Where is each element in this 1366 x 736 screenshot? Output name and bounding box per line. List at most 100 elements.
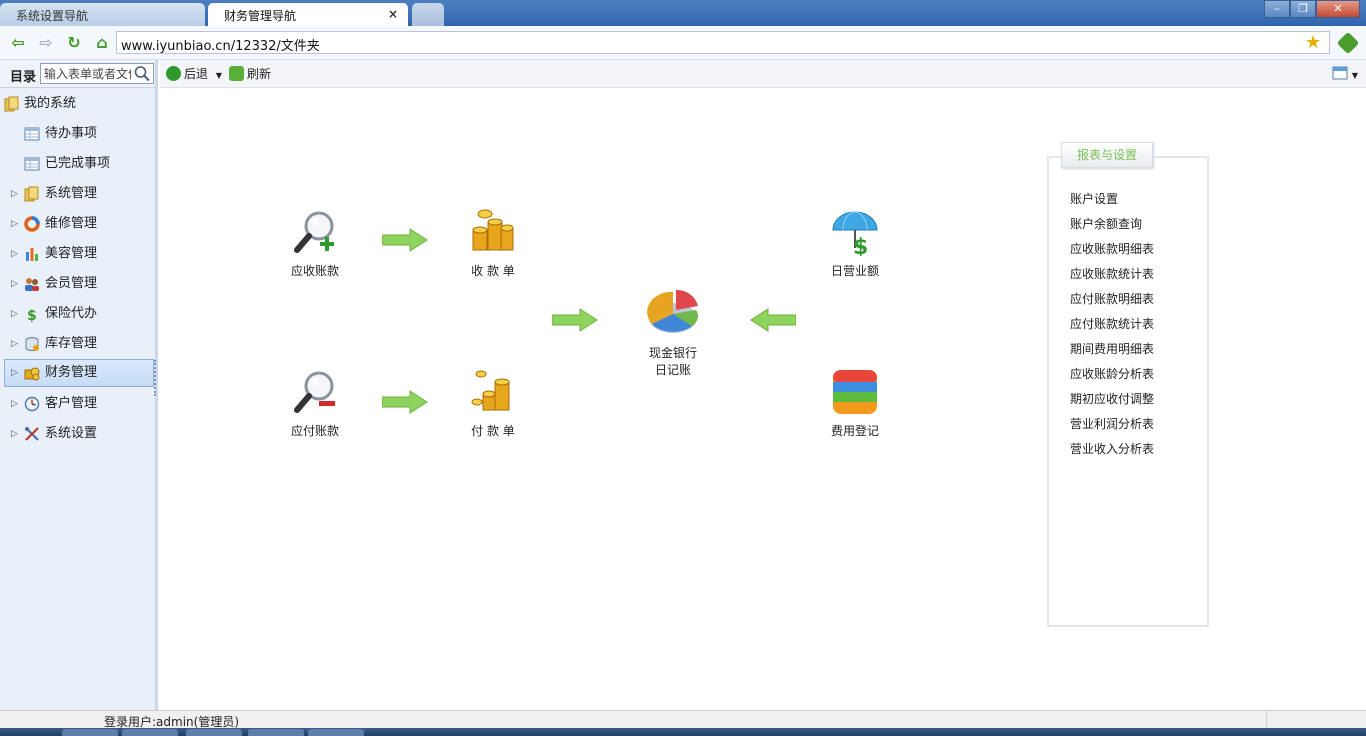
sidebar-item-system-management[interactable]: ▷ 系统管理 — [4, 180, 154, 208]
layout-icon — [1332, 66, 1348, 80]
layout-menu-button[interactable]: ▼ — [1332, 65, 1358, 83]
sidebar-item-customer-management[interactable]: ▷ 客户管理 — [4, 390, 154, 418]
bookmark-star-icon[interactable]: ★ — [1305, 32, 1321, 53]
receipt-node[interactable]: 收 款 单 — [448, 208, 538, 279]
window-controls: – ❐ ✕ — [1264, 0, 1360, 18]
receivable-node[interactable]: 应收账款 — [270, 208, 360, 279]
table-icon — [24, 157, 40, 171]
window-close-button[interactable]: ✕ — [1316, 0, 1360, 18]
report-link-payable-summary[interactable]: 应付账款统计表 — [1070, 315, 1154, 340]
report-link-period-expense[interactable]: 期间费用明细表 — [1070, 340, 1154, 365]
back-button[interactable]: 后退 ▼ — [166, 65, 222, 83]
sidebar-item-insurance[interactable]: ▷ $ 保险代办 — [4, 300, 154, 328]
dropdown-arrow-icon: ▼ — [1351, 71, 1358, 80]
coins-icon — [24, 367, 40, 381]
sidebar-item-label: 系统管理 — [45, 186, 98, 201]
clock-icon — [24, 396, 40, 412]
expand-triangle-icon[interactable]: ▷ — [11, 300, 18, 328]
daily-revenue-node[interactable]: $ 日营业额 — [810, 208, 900, 279]
restore-button[interactable]: ❐ — [1290, 0, 1316, 18]
sidebar-item-completed[interactable]: 已完成事项 — [4, 150, 154, 178]
sidebar: 目录 我的系统 待办事项 已完成事项 ▷ — [0, 60, 158, 710]
wallet-icon — [833, 370, 877, 414]
payable-node[interactable]: 应付账款 — [270, 368, 360, 439]
taskbar-app-button[interactable] — [308, 729, 364, 736]
sidebar-item-finance[interactable]: ▷ 财务管理 — [4, 359, 154, 387]
tree-root-my-system[interactable]: 我的系统 — [4, 90, 154, 118]
report-link-payable-detail[interactable]: 应付账款明细表 — [1070, 290, 1154, 315]
receivable-label: 应收账款 — [290, 264, 339, 278]
report-link-list: 账户设置 账户余额查询 应收账款明细表 应收账款统计表 应付账款明细表 应付账款… — [1070, 190, 1154, 465]
taskbar-app-button[interactable] — [248, 729, 304, 736]
sidebar-item-label: 待办事项 — [45, 126, 98, 141]
report-link-account-settings[interactable]: 账户设置 — [1070, 190, 1154, 215]
taskbar-app-button[interactable] — [62, 729, 118, 736]
search-input[interactable] — [41, 64, 131, 83]
folder-icon — [24, 186, 39, 202]
new-tab-button[interactable] — [412, 3, 444, 26]
daily-revenue-label: 日营业额 — [830, 264, 879, 278]
back-arrow-icon[interactable]: ⇦ — [8, 33, 28, 53]
reports-settings-panel: 报表与设置 账户设置 账户余额查询 应收账款明细表 应收账款统计表 应付账款明细… — [1047, 142, 1209, 627]
address-input[interactable]: www.iyunbiao.cn/12332/文件夹 — [116, 31, 1330, 54]
report-link-opening-adjustment[interactable]: 期初应收付调整 — [1070, 390, 1154, 415]
expand-triangle-icon[interactable]: ▷ — [11, 390, 18, 418]
umbrella-money-icon: $ — [832, 211, 878, 256]
sidebar-item-label: 维修管理 — [45, 216, 98, 231]
payment-node[interactable]: 付 款 单 — [448, 368, 538, 439]
sidebar-item-member-management[interactable]: ▷ 会员管理 — [4, 270, 154, 298]
expand-triangle-icon[interactable]: ▷ — [11, 330, 18, 358]
magnifier-plus-icon — [294, 211, 334, 253]
payable-label: 应付账款 — [290, 424, 339, 438]
reload-icon[interactable]: ↻ — [64, 33, 84, 53]
search-icon[interactable] — [133, 65, 151, 82]
tab-finance-nav[interactable]: 财务管理导航 × — [208, 3, 408, 26]
expand-triangle-icon[interactable]: ▷ — [11, 180, 18, 208]
sidebar-item-label: 美容管理 — [45, 246, 98, 261]
home-icon[interactable]: ⌂ — [92, 33, 112, 53]
forward-arrow-icon[interactable]: ⇨ — [36, 33, 56, 53]
report-link-account-balance[interactable]: 账户余额查询 — [1070, 215, 1154, 240]
sidebar-item-label: 会员管理 — [45, 276, 98, 291]
taskbar-app-button[interactable] — [122, 729, 178, 736]
refresh-button[interactable]: 刷新 — [229, 65, 271, 83]
tools-icon — [25, 427, 39, 441]
report-link-receivable-detail[interactable]: 应收账款明细表 — [1070, 240, 1154, 265]
expand-triangle-icon[interactable]: ▷ — [11, 210, 18, 238]
finance-navigation-canvas: 应收账款 收 款 单 应付账款 付 款 单 现金银行 日记账 $ 日营业额 费用… — [160, 88, 1366, 710]
extension-icon[interactable] — [1336, 31, 1360, 55]
report-link-receivable-summary[interactable]: 应收账款统计表 — [1070, 265, 1154, 290]
magnifier-minus-icon — [294, 371, 335, 413]
dropdown-arrow-icon[interactable]: ▼ — [216, 71, 222, 80]
taskbar-app-button[interactable] — [186, 729, 242, 736]
expand-triangle-icon[interactable]: ▷ — [11, 420, 18, 448]
expand-triangle-icon[interactable]: ▷ — [11, 359, 18, 387]
cash-journal-node[interactable]: 现金银行 日记账 — [628, 288, 718, 378]
tab-system-settings-nav[interactable]: 系统设置导航 — [0, 3, 205, 26]
report-link-operating-revenue[interactable]: 营业收入分析表 — [1070, 440, 1154, 465]
expense-register-label: 费用登记 — [830, 424, 879, 438]
sidebar-item-inventory[interactable]: ▷ 库存管理 — [4, 330, 154, 358]
expand-triangle-icon[interactable]: ▷ — [11, 270, 18, 298]
folder-icon — [4, 96, 19, 112]
expand-triangle-icon[interactable]: ▷ — [11, 240, 18, 268]
tab-label: 系统设置导航 — [16, 9, 89, 23]
report-link-receivable-aging[interactable]: 应收账龄分析表 — [1070, 365, 1154, 390]
sidebar-item-label: 财务管理 — [45, 365, 98, 380]
minimize-button[interactable]: – — [1264, 0, 1290, 18]
browser-title-bar: 系统设置导航 财务管理导航 × – ❐ ✕ — [0, 0, 1366, 26]
sidebar-item-system-settings[interactable]: ▷ 系统设置 — [4, 420, 154, 448]
sidebar-item-todo[interactable]: 待办事项 — [4, 120, 154, 148]
sidebar-item-label: 系统设置 — [45, 426, 98, 441]
close-tab-icon[interactable]: × — [388, 7, 398, 21]
ring-icon — [24, 216, 40, 232]
sidebar-item-repair-management[interactable]: ▷ 维修管理 — [4, 210, 154, 238]
sidebar-item-label: 保险代办 — [45, 306, 98, 321]
splitter-handle[interactable] — [154, 360, 156, 396]
bar-chart-icon — [26, 248, 38, 261]
report-link-operating-profit[interactable]: 营业利润分析表 — [1070, 415, 1154, 440]
sidebar-item-label: 库存管理 — [45, 336, 98, 351]
expense-register-node[interactable]: 费用登记 — [810, 368, 900, 439]
sidebar-item-beauty-management[interactable]: ▷ 美容管理 — [4, 240, 154, 268]
panel-title: 报表与设置 — [1061, 142, 1153, 168]
